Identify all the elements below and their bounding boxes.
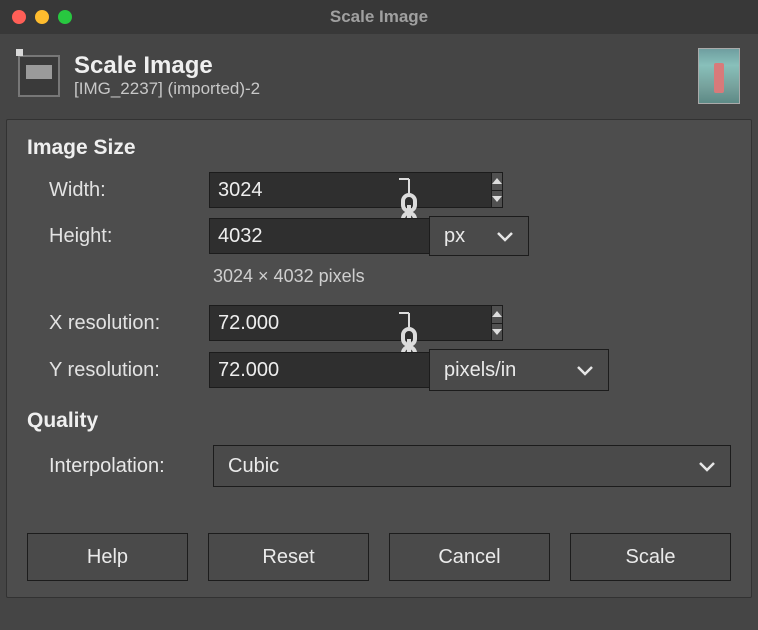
- interpolation-label: Interpolation:: [49, 455, 197, 478]
- width-spinner: [209, 172, 369, 208]
- section-heading-quality: Quality: [27, 409, 731, 433]
- width-step-up[interactable]: [492, 173, 502, 191]
- cancel-button-label: Cancel: [438, 546, 500, 569]
- xres-step-up[interactable]: [492, 306, 502, 324]
- scale-button[interactable]: Scale: [570, 533, 731, 581]
- pixel-dimensions-readout: 3024 × 4032 pixels: [209, 264, 629, 297]
- section-heading-image-size: Image Size: [27, 136, 731, 160]
- dialog-title: Scale Image: [74, 53, 684, 79]
- image-size-grid: Width: Height:: [49, 172, 731, 391]
- window-title: Scale Image: [0, 7, 758, 27]
- width-label: Width:: [49, 179, 209, 202]
- xres-label: X resolution:: [49, 312, 209, 335]
- arrow-up-icon: [492, 311, 502, 317]
- scale-image-icon: [18, 55, 60, 97]
- size-unit-value: px: [444, 225, 465, 248]
- reset-button-label: Reset: [262, 546, 314, 569]
- cancel-button[interactable]: Cancel: [389, 533, 550, 581]
- chevron-down-icon: [576, 364, 594, 376]
- arrow-down-icon: [492, 196, 502, 202]
- chevron-down-icon: [698, 460, 716, 472]
- help-button-label: Help: [87, 546, 128, 569]
- interpolation-combo[interactable]: Cubic: [213, 445, 731, 487]
- size-unit-combo[interactable]: px: [429, 216, 529, 256]
- chevron-down-icon: [496, 230, 514, 242]
- xres-input[interactable]: [209, 305, 491, 341]
- height-spinner: [209, 218, 369, 254]
- height-label: Height:: [49, 225, 209, 248]
- yres-label: Y resolution:: [49, 359, 209, 382]
- width-input[interactable]: [209, 172, 491, 208]
- title-bar: Scale Image: [0, 0, 758, 34]
- xres-spinner: [209, 305, 369, 341]
- yres-spinner: [209, 352, 369, 388]
- arrow-up-icon: [492, 178, 502, 184]
- dialog-button-bar: Help Reset Cancel Scale: [27, 533, 731, 581]
- dialog-header: Scale Image [IMG_2237] (imported)-2: [0, 34, 758, 116]
- resolution-unit-combo[interactable]: pixels/in: [429, 349, 609, 391]
- reset-button[interactable]: Reset: [208, 533, 369, 581]
- xres-step-down[interactable]: [492, 324, 502, 341]
- resolution-unit-value: pixels/in: [444, 359, 516, 382]
- scale-button-label: Scale: [625, 546, 675, 569]
- help-button[interactable]: Help: [27, 533, 188, 581]
- image-thumbnail: [698, 48, 740, 104]
- dialog-body: Image Size Width: Height:: [6, 119, 752, 598]
- interpolation-value: Cubic: [228, 455, 279, 478]
- width-step-down[interactable]: [492, 191, 502, 208]
- dialog-subtitle: [IMG_2237] (imported)-2: [74, 79, 684, 99]
- arrow-down-icon: [492, 329, 502, 335]
